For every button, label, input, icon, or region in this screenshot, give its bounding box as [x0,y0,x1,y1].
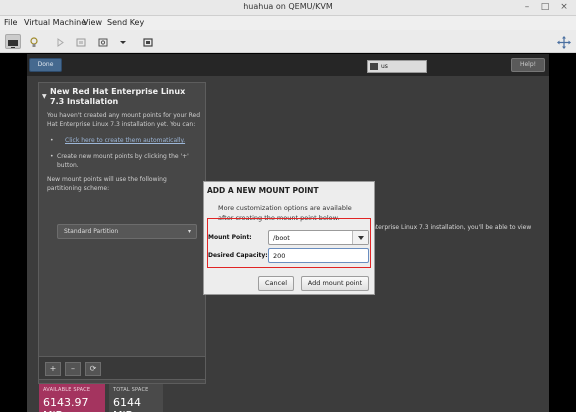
cancel-button[interactable]: Cancel [258,276,294,291]
highlight-box [207,218,371,268]
add-mount-point-dialog: ADD A NEW MOUNT POINT More customization… [203,181,375,295]
dropdown-arrow-icon[interactable] [116,34,132,49]
menu-send-key[interactable]: Send Key [107,18,144,27]
menu-view[interactable]: View [83,18,102,27]
menubar: File Virtual Machine View Send Key [0,16,576,30]
partition-scheme-text: New mount points will use the following … [47,176,167,192]
bullet-icon: • [50,137,54,144]
close-button[interactable]: × [557,1,571,14]
available-space-box: AVAILABLE SPACE 6143.97 MiB [39,384,105,412]
manual-create-text: Create new mount points by clicking the … [57,153,189,169]
resize-icon[interactable] [557,34,573,49]
bullet-icon: • [50,153,54,160]
dialog-title: ADD A NEW MOUNT POINT [207,186,319,195]
installation-title: New Red Hat Enterprise Linux 7.3 Install… [50,87,186,106]
refresh-button[interactable]: ⟳ [85,362,101,376]
menu-file[interactable]: File [4,18,17,27]
total-space-label: TOTAL SPACE [113,387,149,393]
keyboard-layout-label: us [381,63,388,70]
keyboard-layout-indicator[interactable]: us [367,60,427,73]
right-pane-text: nterprise Linux 7.3 installation, you'll… [372,224,532,231]
play-icon[interactable] [53,34,69,49]
lightbulb-icon[interactable] [27,34,43,49]
add-mount-point-button[interactable]: + [45,362,61,376]
help-button[interactable]: Help! [511,58,545,72]
done-button[interactable]: Done [29,58,62,72]
mount-points-pane: ▼ New Red Hat Enterprise Linux 7.3 Insta… [38,82,206,384]
collapse-arrow-icon[interactable]: ▼ [42,93,47,100]
partition-scheme-select[interactable]: Standard Partition ▾ [57,224,197,239]
chevron-down-icon: ▾ [187,228,191,235]
menu-virtual-machine[interactable]: Virtual Machine [24,18,86,27]
installer-header [27,54,549,76]
no-mount-points-text: You haven't created any mount points for… [47,112,201,128]
pause-icon[interactable] [74,34,90,49]
available-space-value: 6143.97 MiB [43,396,89,412]
available-space-label: AVAILABLE SPACE [43,387,91,393]
keyboard-icon [370,63,378,70]
power-icon[interactable] [96,34,112,49]
mount-point-buttons: + – ⟳ [38,356,206,380]
minimize-button[interactable]: – [520,1,534,14]
partition-scheme-value: Standard Partition [64,228,119,235]
maximize-button[interactable]: □ [538,1,552,14]
remove-mount-point-button[interactable]: – [65,362,81,376]
screenshot-icon[interactable] [141,34,157,49]
monitor-icon[interactable] [5,34,21,49]
total-space-value: 6144 MiB [113,396,141,412]
window-titlebar: huahua on QEMU/KVM – □ × [0,0,576,16]
toolbar [0,30,576,53]
total-space-box: TOTAL SPACE 6144 MiB [109,384,163,412]
window-title: huahua on QEMU/KVM [243,2,333,11]
add-mount-point-confirm-button[interactable]: Add mount point [301,276,369,291]
auto-create-link[interactable]: Click here to create them automatically. [65,137,185,144]
